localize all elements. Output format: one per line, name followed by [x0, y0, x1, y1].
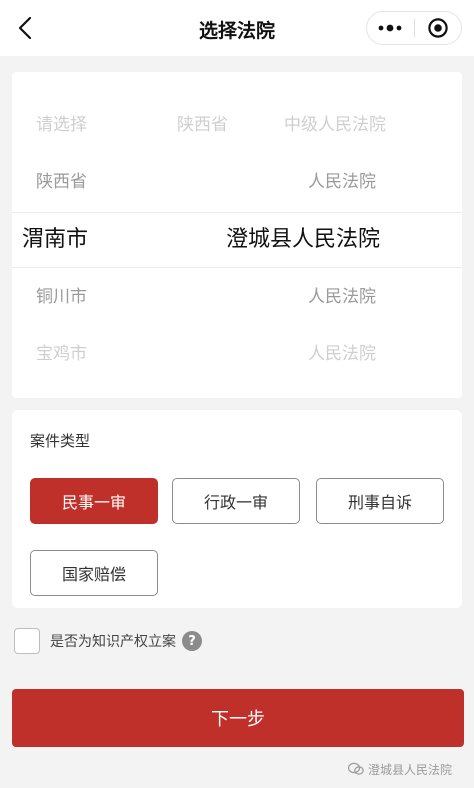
nav-bar: 选择法院 — [0, 0, 474, 56]
court-picker[interactable]: 请选择 陕西省 渭南市 铜川市 宝鸡市 陕西省 中级人民法院 人民法院 澄城县人… — [12, 72, 462, 398]
picker-selected-court[interactable]: 澄城县人民法院 — [226, 222, 380, 258]
close-button[interactable] — [414, 12, 461, 44]
watermark-text: 澄城县人民法院 — [367, 762, 452, 777]
picker-option[interactable]: 请选择 — [36, 105, 87, 145]
picker-option[interactable]: 宝鸡市 — [36, 334, 87, 374]
ip-case-label: 是否为知识产权立案 — [50, 634, 176, 650]
picker-option[interactable]: 中级人民法院 — [284, 105, 386, 145]
question-help-icon[interactable]: ? — [182, 631, 202, 651]
case-type-state-compensation-button[interactable]: 国家赔偿 — [30, 550, 158, 596]
case-type-administrative-first-button[interactable]: 行政一审 — [172, 478, 300, 524]
ip-case-checkbox[interactable] — [14, 628, 40, 654]
picker-option[interactable]: 铜川市 — [36, 277, 87, 317]
more-button[interactable] — [367, 12, 414, 44]
target-circle-icon — [428, 18, 448, 38]
ip-case-row: 是否为知识产权立案 ? — [14, 626, 202, 656]
case-type-title: 案件类型 — [30, 432, 91, 450]
more-dots-icon — [378, 24, 402, 32]
page: 选择法院 请选择 陕西省 渭南市 铜川市 宝鸡市 陕西省 中级人民法院 人民法院… — [0, 0, 474, 788]
case-type-criminal-private-button[interactable]: 刑事自诉 — [316, 478, 444, 524]
picker-option[interactable]: 陕西省 — [36, 162, 87, 202]
next-step-button[interactable]: 下一步 — [12, 689, 464, 747]
case-type-card: 案件类型 民事一审 行政一审 刑事自诉 国家赔偿 — [12, 410, 462, 608]
case-type-civil-first-button[interactable]: 民事一审 — [30, 478, 158, 524]
watermark: 澄城县人民法院 — [347, 758, 452, 780]
mini-program-capsule — [366, 11, 462, 45]
picker-selected-city[interactable]: 渭南市 — [22, 222, 88, 258]
picker-option[interactable]: 人民法院 — [308, 334, 376, 374]
wechat-channel-icon — [347, 762, 364, 775]
picker-column-court[interactable]: 中级人民法院 人民法院 澄城县人民法院 人民法院 人民法院 — [212, 72, 462, 398]
picker-option[interactable]: 人民法院 — [308, 277, 376, 317]
picker-option[interactable]: 人民法院 — [308, 162, 376, 202]
